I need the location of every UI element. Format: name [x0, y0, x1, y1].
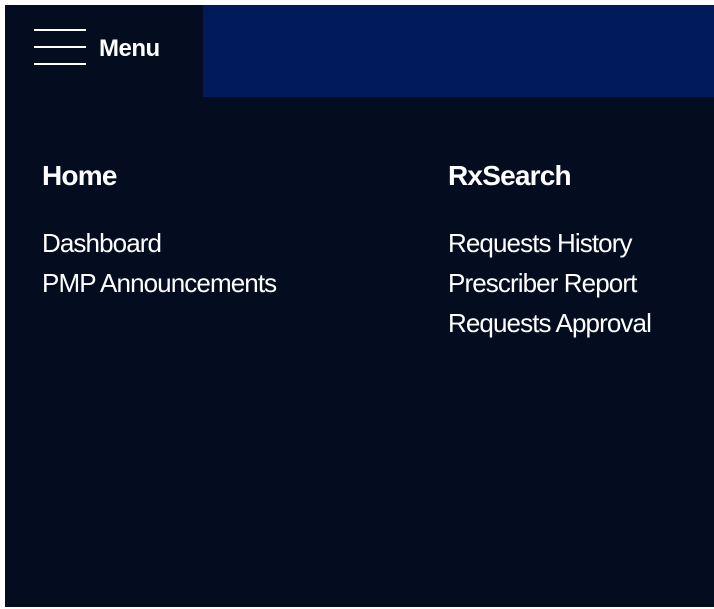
nav-link-pmp-announcements[interactable]: PMP Announcements — [42, 263, 277, 303]
menu-label: Menu — [99, 35, 160, 62]
list-item: Requests Approval — [448, 303, 652, 343]
nav-heading-rxsearch[interactable]: RxSearch — [448, 159, 651, 193]
menu-toggle-button[interactable]: Menu — [5, 5, 203, 97]
nav-link-requests-history[interactable]: Requests History — [448, 223, 651, 263]
nav-section-home: Home Dashboard PMP Announcements — [42, 159, 277, 303]
top-bar-accent — [203, 5, 714, 97]
menu-panel: Menu Home Dashboard PMP Announcements Rx… — [5, 5, 714, 607]
nav-list-home: Dashboard PMP Announcements — [42, 223, 277, 303]
nav-heading-home[interactable]: Home — [42, 159, 276, 193]
list-item: Prescriber Report — [448, 263, 651, 303]
nav-link-requests-approval[interactable]: Requests Approval — [448, 303, 652, 343]
nav-section-rxsearch: RxSearch Requests History Prescriber Rep… — [448, 159, 652, 343]
nav-link-prescriber-report[interactable]: Prescriber Report — [448, 263, 651, 303]
list-item: PMP Announcements — [42, 263, 277, 303]
nav-link-dashboard[interactable]: Dashboard — [42, 223, 276, 263]
list-item: Dashboard — [42, 223, 276, 263]
hamburger-icon — [34, 29, 86, 65]
list-item: Requests History — [448, 223, 651, 263]
nav-list-rxsearch: Requests History Prescriber Report Reque… — [448, 223, 652, 343]
top-bar: Menu — [5, 5, 714, 97]
